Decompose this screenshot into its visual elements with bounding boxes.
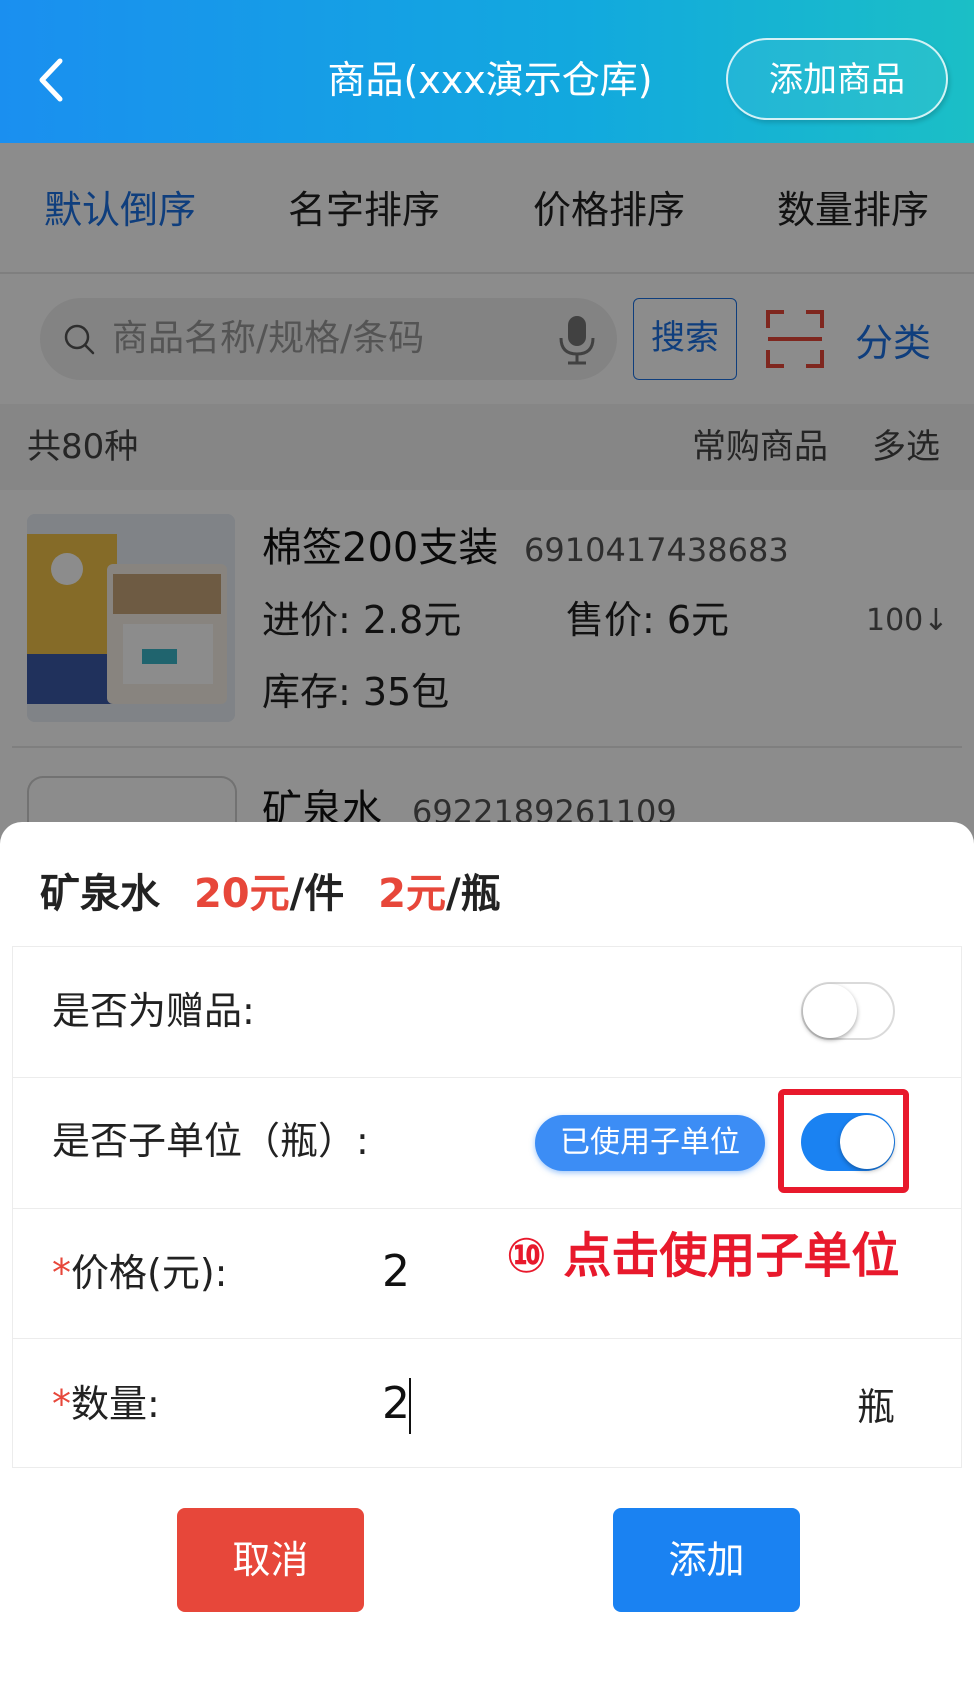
text-caret	[409, 1378, 411, 1434]
required-mark: *	[52, 1251, 71, 1295]
cancel-button[interactable]: 取消	[177, 1508, 364, 1612]
divider	[12, 1077, 962, 1078]
tutorial-annotation: ⑩ 点击使用子单位	[506, 1228, 900, 1284]
subunit-badge: 已使用子单位	[535, 1115, 765, 1171]
required-mark: *	[52, 1382, 71, 1426]
price-label-text: 价格(元):	[71, 1251, 228, 1295]
subunit-label: 是否子单位（瓶）:	[52, 1119, 369, 1163]
price-label: *价格(元):	[52, 1246, 227, 1300]
price-input[interactable]: 2	[382, 1244, 410, 1300]
quantity-unit: 瓶	[857, 1385, 896, 1429]
divider	[12, 1208, 962, 1209]
sub-unit: /瓶	[446, 871, 501, 917]
status-bar	[30, 0, 330, 4]
gift-toggle-knob	[803, 984, 857, 1038]
gift-label: 是否为赠品:	[52, 989, 255, 1033]
page-title: 商品(xxx演示仓库)	[327, 58, 653, 102]
add-button[interactable]: 添加	[613, 1508, 800, 1612]
back-icon[interactable]	[30, 55, 70, 105]
sheet-product-name: 矿泉水	[40, 871, 160, 917]
quantity-input[interactable]: 2	[382, 1376, 410, 1432]
quantity-label: *数量:	[52, 1377, 160, 1431]
quantity-label-text: 数量:	[71, 1382, 160, 1426]
sheet-title: 矿泉水 20元/件 2元/瓶	[40, 866, 501, 922]
divider	[12, 1338, 962, 1339]
highlight-box	[778, 1089, 909, 1193]
add-goods-button[interactable]: 添加商品	[726, 38, 948, 120]
pack-unit: /件	[289, 871, 345, 917]
unit-price: 2元	[378, 871, 446, 917]
pack-price: 20元	[193, 871, 290, 917]
